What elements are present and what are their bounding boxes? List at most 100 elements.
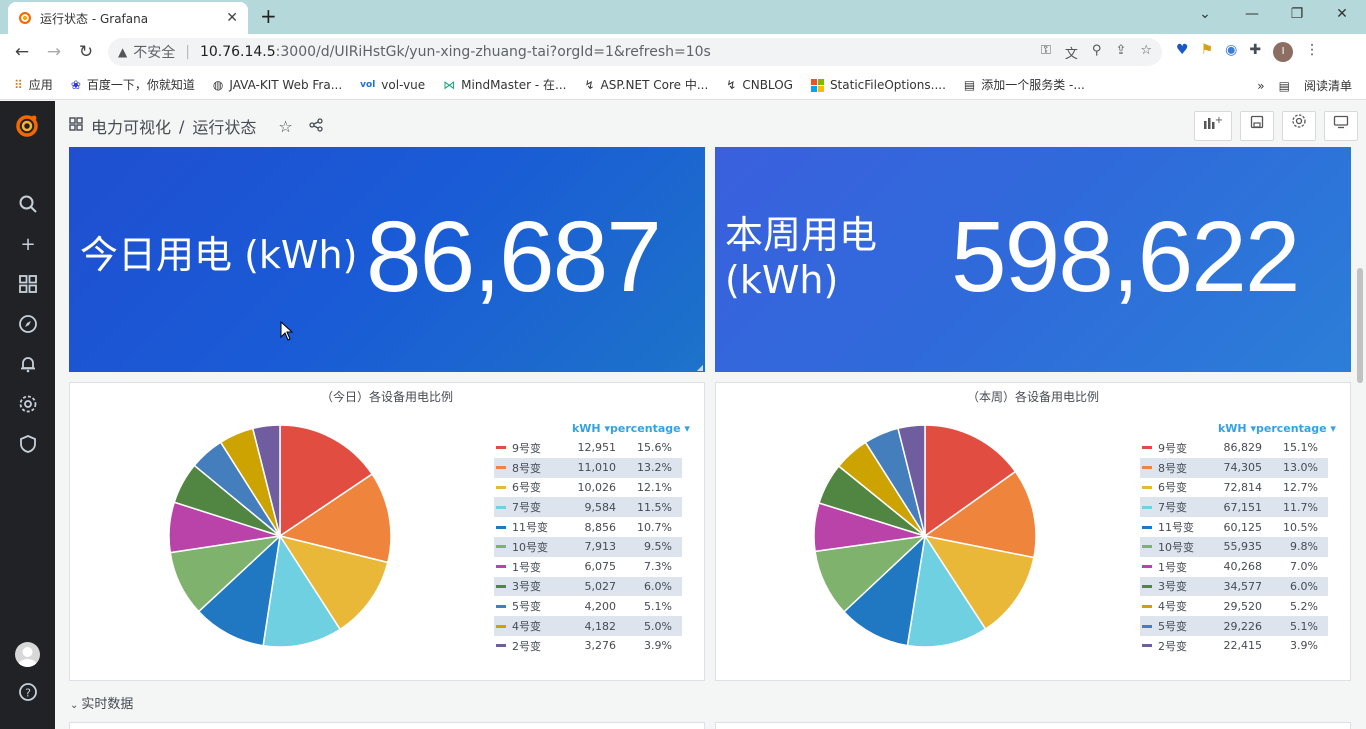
forward-icon[interactable]: → bbox=[44, 42, 64, 62]
zoom-icon[interactable]: ⚲ bbox=[1092, 43, 1102, 62]
tab-close-icon[interactable]: ✕ bbox=[226, 10, 238, 26]
reading-list-icon[interactable]: ▤ bbox=[1279, 79, 1290, 93]
tv-mode-button[interactable] bbox=[1324, 111, 1358, 141]
breadcrumb-folder[interactable]: 电力可视化 bbox=[91, 114, 171, 138]
key-icon[interactable]: ⚿ bbox=[1041, 43, 1051, 62]
legend-swatch bbox=[496, 624, 506, 628]
legend-row[interactable]: 11号变 60,125 10.5% bbox=[1140, 517, 1328, 537]
alerting-bell-icon[interactable] bbox=[17, 354, 39, 376]
tab-search-icon[interactable]: ⌄ bbox=[1195, 6, 1215, 22]
realtime-panel-2[interactable] bbox=[715, 722, 1351, 729]
server-admin-shield-icon[interactable] bbox=[17, 434, 39, 456]
legend-kwh: 67,151 bbox=[1223, 500, 1263, 514]
user-avatar[interactable] bbox=[15, 642, 40, 667]
browser-menu-icon[interactable]: ⋮ bbox=[1305, 42, 1319, 62]
legend-percentage: 5.2% bbox=[1290, 599, 1318, 613]
dashboard-grid-icon bbox=[69, 117, 83, 135]
favorite-star-icon[interactable]: ☆ bbox=[278, 117, 292, 136]
legend-percentage: 9.8% bbox=[1290, 540, 1318, 554]
save-dashboard-button[interactable] bbox=[1240, 111, 1274, 141]
share-dashboard-icon[interactable] bbox=[309, 117, 323, 136]
legend-row[interactable]: 3号变 5,027 6.0% bbox=[494, 576, 682, 597]
legend-percentage: 3.9% bbox=[1290, 639, 1318, 653]
legend-kwh: 8,856 bbox=[584, 520, 617, 534]
legend-row[interactable]: 9号变 86,829 15.1% bbox=[1140, 438, 1328, 458]
stat-panel-week[interactable]: 本周用电 (kWh) 598,622 bbox=[715, 147, 1351, 372]
pie-panel-today[interactable]: （今日）各设备用电比例 kWH ▾ percentage ▾ 9号变 12,951… bbox=[69, 382, 705, 681]
realtime-panel-1[interactable] bbox=[69, 722, 705, 729]
legend-sort-kwh[interactable]: kWH ▾ bbox=[1214, 422, 1256, 435]
legend-row[interactable]: 1号变 6,075 7.3% bbox=[494, 557, 682, 577]
legend-row[interactable]: 1号变 40,268 7.0% bbox=[1140, 557, 1328, 577]
legend-row[interactable]: 11号变 8,856 10.7% bbox=[494, 517, 682, 537]
translate-icon[interactable]: 文 bbox=[1065, 43, 1078, 62]
legend-row[interactable]: 10号变 55,935 9.8% bbox=[1140, 536, 1328, 557]
dashboards-grid-icon[interactable] bbox=[17, 274, 39, 296]
search-icon[interactable] bbox=[17, 194, 39, 216]
minimize-icon[interactable]: — bbox=[1242, 6, 1262, 22]
configuration-gear-icon[interactable] bbox=[17, 394, 39, 416]
bookmark-baidu[interactable]: ❀ 百度一下，你就知道 bbox=[71, 76, 195, 93]
bookmark-add-service[interactable]: ▤ 添加一个服务类 -... bbox=[964, 76, 1085, 93]
warning-icon[interactable]: ▲ bbox=[118, 45, 127, 59]
address-bar[interactable]: ▲ 不安全 | 10.76.14.5 :3000/d/UIRiHstGk/yun… bbox=[108, 38, 1162, 66]
page-scrollbar[interactable] bbox=[1357, 268, 1363, 383]
bookmark-star-icon[interactable]: ☆ bbox=[1140, 43, 1152, 62]
legend-row[interactable]: 9号变 12,951 15.6% bbox=[494, 438, 682, 458]
more-bookmarks-button[interactable]: » bbox=[1257, 79, 1264, 93]
legend-row[interactable]: 5号变 4,200 5.1% bbox=[494, 596, 682, 616]
close-window-icon[interactable]: ✕ bbox=[1332, 6, 1352, 22]
browser-tab[interactable]: 运行状态 - Grafana ✕ bbox=[8, 2, 248, 34]
reload-icon[interactable]: ↻ bbox=[76, 42, 96, 62]
row-collapse-chevron-icon[interactable]: ⌄ bbox=[70, 700, 78, 711]
bookmark-cnblog[interactable]: ↯ CNBLOG bbox=[726, 78, 793, 92]
back-icon[interactable]: ← bbox=[12, 42, 32, 62]
legend-percentage: 11.7% bbox=[1283, 500, 1318, 514]
legend-row[interactable]: 3号变 34,577 6.0% bbox=[1140, 576, 1328, 597]
bookmark-java-kit[interactable]: ◍ JAVA-KIT Web Fra... bbox=[213, 78, 342, 92]
legend-row[interactable]: 7号变 67,151 11.7% bbox=[1140, 497, 1328, 518]
bookmark-apps[interactable]: ⠿ 应用 bbox=[14, 76, 53, 93]
extension-compass-icon[interactable]: ◉ bbox=[1225, 42, 1237, 62]
profile-avatar[interactable]: I bbox=[1273, 42, 1294, 62]
row-realtime[interactable]: ⌄ 实时数据 bbox=[70, 693, 133, 712]
legend-row[interactable]: 5号变 29,226 5.1% bbox=[1140, 616, 1328, 636]
legend-row[interactable]: 10号变 7,913 9.5% bbox=[494, 536, 682, 557]
legend-row[interactable]: 8号变 74,305 13.0% bbox=[1140, 457, 1328, 478]
create-plus-icon[interactable]: + bbox=[17, 234, 39, 256]
dashboard-title[interactable]: 运行状态 bbox=[192, 114, 256, 138]
dashboard-settings-button[interactable] bbox=[1282, 111, 1316, 141]
legend-row[interactable]: 4号变 4,182 5.0% bbox=[494, 616, 682, 636]
legend-row[interactable]: 8号变 11,010 13.2% bbox=[494, 457, 682, 478]
extension-broom-icon[interactable]: ⚑ bbox=[1201, 42, 1214, 62]
pie-panel-week[interactable]: （本周）各设备用电比例 kWH ▾ percentage ▾ 9号变 86,829… bbox=[715, 382, 1351, 681]
resize-handle-icon[interactable]: ◢ bbox=[697, 363, 703, 372]
bookmark-mindmaster[interactable]: ⋈ MindMaster - 在... bbox=[443, 76, 566, 93]
extensions-puzzle-icon[interactable]: ✚ bbox=[1249, 42, 1261, 62]
add-panel-button[interactable]: + bbox=[1194, 111, 1232, 141]
help-icon[interactable]: ? bbox=[17, 682, 39, 704]
legend-sort-percentage[interactable]: percentage ▾ bbox=[1256, 422, 1336, 435]
restore-icon[interactable]: ❐ bbox=[1287, 6, 1307, 22]
legend-sort-percentage[interactable]: percentage ▾ bbox=[610, 422, 690, 435]
legend-row[interactable]: 7号变 9,584 11.5% bbox=[494, 497, 682, 518]
stat-panel-today[interactable]: 今日用电 (kWh) 86,687 ◢ bbox=[69, 147, 705, 372]
pie-chart-today[interactable] bbox=[160, 416, 400, 656]
grafana-logo-icon[interactable] bbox=[14, 113, 40, 139]
bookmark-vol-vue[interactable]: vol vol-vue bbox=[360, 78, 425, 92]
legend-sort-kwh[interactable]: kWH ▾ bbox=[568, 422, 610, 435]
legend-row[interactable]: 6号变 10,026 12.1% bbox=[494, 478, 682, 498]
legend-row[interactable]: 4号变 29,520 5.2% bbox=[1140, 596, 1328, 616]
new-tab-button[interactable]: + bbox=[260, 6, 277, 26]
extension-v-icon[interactable]: ♥ bbox=[1176, 42, 1189, 62]
bookmark-staticfileoptions[interactable]: StaticFileOptions.... bbox=[810, 78, 946, 92]
legend-swatch bbox=[496, 545, 506, 549]
legend-row[interactable]: 2号变 3,276 3.9% bbox=[494, 636, 682, 656]
legend-row[interactable]: 2号变 22,415 3.9% bbox=[1140, 636, 1328, 656]
legend-row[interactable]: 6号变 72,814 12.7% bbox=[1140, 478, 1328, 498]
reading-list-label[interactable]: 阅读清单 bbox=[1304, 77, 1352, 94]
bookmark-aspnet[interactable]: ↯ ASP.NET Core 中... bbox=[584, 76, 708, 93]
pie-chart-week[interactable] bbox=[805, 416, 1045, 656]
share-icon[interactable]: ⇪ bbox=[1115, 43, 1126, 62]
explore-compass-icon[interactable] bbox=[17, 314, 39, 336]
